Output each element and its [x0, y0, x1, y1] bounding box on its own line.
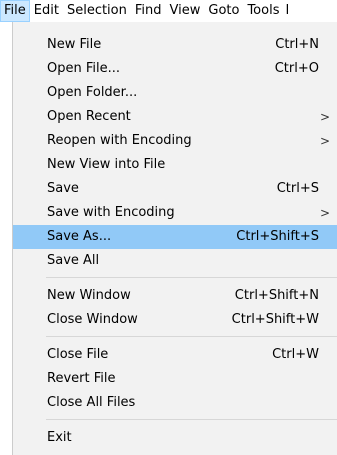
- menu-item-shortcut: Ctrl+S: [276, 181, 319, 196]
- menu-item-label: New Window: [47, 288, 131, 303]
- menu-item-label: Exit: [47, 430, 72, 445]
- menu-item-save-all[interactable]: Save All: [13, 249, 337, 273]
- menu-separator: [46, 419, 337, 420]
- menu-goto[interactable]: Goto: [204, 0, 243, 22]
- menu-item-close-file[interactable]: Close File Ctrl+W: [13, 343, 337, 367]
- menu-item-reopen-with-encoding[interactable]: Reopen with Encoding >: [13, 129, 337, 153]
- menu-item-label: Open Folder...: [47, 85, 138, 100]
- submenu-arrow-icon: >: [319, 134, 330, 148]
- menu-item-shortcut: Ctrl+N: [275, 37, 319, 52]
- menu-item-close-window[interactable]: Close Window Ctrl+Shift+W: [13, 308, 337, 332]
- menu-item-label: Revert File: [47, 371, 116, 386]
- menu-item-shortcut: Ctrl+W: [272, 347, 319, 362]
- menu-item-label: New File: [47, 37, 102, 52]
- menu-item-open-file[interactable]: Open File... Ctrl+O: [13, 57, 337, 81]
- menu-item-shortcut: Ctrl+Shift+N: [234, 288, 319, 303]
- menu-item-save-with-encoding[interactable]: Save with Encoding >: [13, 201, 337, 225]
- menu-item-save-as[interactable]: Save As... Ctrl+Shift+S: [13, 225, 337, 249]
- menu-selection[interactable]: Selection: [63, 0, 131, 22]
- menu-item-label: Save As...: [47, 229, 112, 244]
- menu-item-shortcut: Ctrl+O: [274, 61, 319, 76]
- menu-item-new-window[interactable]: New Window Ctrl+Shift+N: [13, 284, 337, 308]
- menu-item-label: Save All: [47, 253, 100, 268]
- menu-item-label: Close File: [47, 347, 109, 362]
- menu-item-open-recent[interactable]: Open Recent >: [13, 105, 337, 129]
- menu-item-revert-file[interactable]: Revert File: [13, 367, 337, 391]
- submenu-arrow-icon: >: [319, 206, 330, 220]
- menu-item-save[interactable]: Save Ctrl+S: [13, 177, 337, 201]
- menu-item-open-folder[interactable]: Open Folder...: [13, 81, 337, 105]
- menu-item-label: Open File...: [47, 61, 121, 76]
- menu-item-shortcut: Ctrl+Shift+W: [231, 312, 319, 327]
- menu-item-new-view-into-file[interactable]: New View into File: [13, 153, 337, 177]
- menu-item-label: New View into File: [47, 157, 166, 172]
- menu-view[interactable]: View: [166, 0, 205, 22]
- file-menu-dropdown: New File Ctrl+N Open File... Ctrl+O Open…: [12, 22, 337, 455]
- menu-item-label: Save with Encoding: [47, 205, 175, 220]
- menu-file[interactable]: File: [0, 0, 30, 22]
- menu-item-new-file[interactable]: New File Ctrl+N: [13, 33, 337, 57]
- menu-item-label: Open Recent: [47, 109, 131, 124]
- menu-item-label: Save: [47, 181, 79, 196]
- menu-item-shortcut: Ctrl+Shift+S: [236, 229, 319, 244]
- menu-bar: File Edit Selection Find View Goto Tools…: [0, 0, 337, 22]
- menu-tools[interactable]: Tools: [243, 0, 283, 22]
- menu-item-close-all-files[interactable]: Close All Files: [13, 391, 337, 415]
- menu-item-label: Reopen with Encoding: [47, 133, 192, 148]
- menu-separator: [46, 277, 337, 278]
- menu-item-label: Close All Files: [47, 395, 136, 410]
- submenu-arrow-icon: >: [319, 110, 330, 124]
- menu-project[interactable]: P: [283, 0, 288, 22]
- menu-edit[interactable]: Edit: [30, 0, 63, 22]
- menu-item-label: Close Window: [47, 312, 138, 327]
- menu-item-exit[interactable]: Exit: [13, 426, 337, 450]
- menu-separator: [46, 336, 337, 337]
- menu-find[interactable]: Find: [131, 0, 166, 22]
